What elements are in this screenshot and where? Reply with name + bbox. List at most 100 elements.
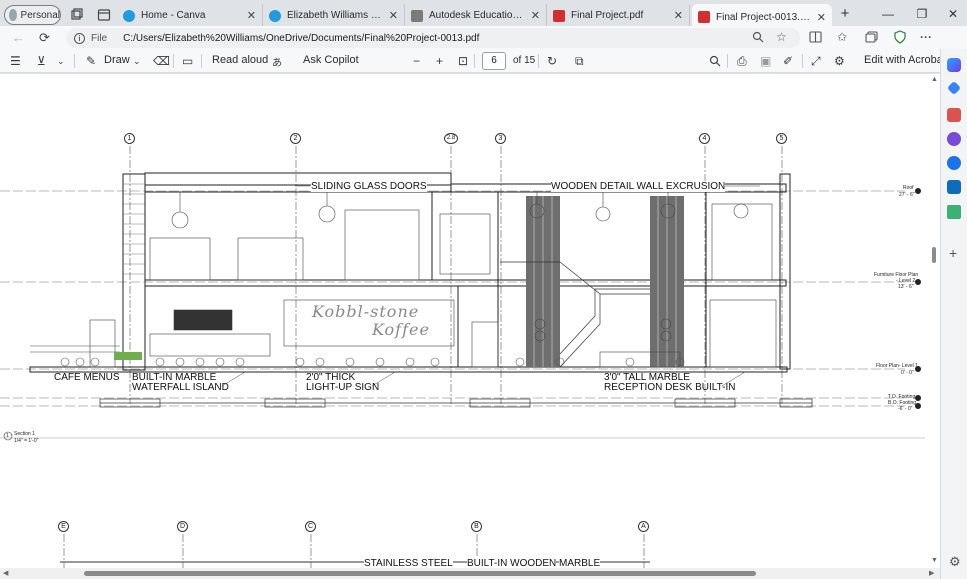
section-title: Section 1 bbox=[14, 431, 35, 437]
close-tab-icon[interactable]: ✕ bbox=[247, 9, 256, 22]
new-tab-button[interactable]: + bbox=[837, 5, 853, 22]
settings-gear-icon[interactable]: ⚙ bbox=[834, 54, 845, 68]
grid-bubble: 2.8 bbox=[444, 133, 458, 144]
scroll-left-arrow-icon[interactable]: ◀ bbox=[3, 569, 8, 577]
horizontal-scroll-thumb[interactable] bbox=[84, 571, 756, 576]
scroll-right-arrow-icon[interactable]: ▶ bbox=[929, 569, 934, 577]
copilot-icon[interactable] bbox=[947, 58, 961, 72]
edit-with-acrobat-button[interactable]: Edit with Acrobat bbox=[864, 54, 946, 66]
tools-briefcase-icon[interactable] bbox=[947, 108, 961, 122]
tab-elizabeth-williams[interactable]: Elizabeth Williams - 19.999 × ✕ bbox=[263, 4, 405, 27]
read-aloud-button[interactable]: Read aloud bbox=[212, 54, 268, 66]
maximize-button[interactable]: ❐ bbox=[914, 7, 930, 21]
zoom-search-icon[interactable] bbox=[752, 31, 764, 43]
autodesk-favicon-icon bbox=[411, 9, 423, 22]
print-icon[interactable]: ⎙ bbox=[737, 54, 747, 69]
section-number: 1 bbox=[6, 433, 9, 439]
draw-chevron-icon[interactable]: ⌄ bbox=[133, 56, 141, 67]
planter bbox=[114, 352, 142, 360]
tab-title: Autodesk Education & Student bbox=[429, 10, 525, 21]
vertical-scrollbar[interactable]: ▲ ▼ bbox=[929, 74, 940, 568]
save-icon[interactable]: ▣ bbox=[760, 54, 771, 68]
level-roof-elev: 27' - 6" bbox=[899, 192, 915, 198]
split-screen-icon[interactable] bbox=[809, 31, 822, 43]
grid-bubble: B bbox=[471, 521, 482, 532]
shopping-tag-icon[interactable] bbox=[946, 80, 962, 96]
close-tab-icon[interactable]: ✕ bbox=[674, 9, 683, 22]
contents-list-icon[interactable]: ☰ bbox=[10, 54, 21, 68]
microsoft-365-icon[interactable] bbox=[947, 156, 961, 170]
grid-bubble: C bbox=[305, 521, 316, 532]
scroll-down-arrow-icon[interactable]: ▼ bbox=[931, 557, 938, 564]
site-info-icon[interactable]: i bbox=[74, 32, 85, 44]
translate-icon[interactable]: あ bbox=[272, 54, 282, 69]
vertical-scroll-thumb[interactable] bbox=[932, 247, 936, 263]
games-icon[interactable] bbox=[947, 132, 961, 146]
sidebar-settings-gear-icon[interactable]: ⚙ bbox=[949, 554, 961, 570]
grid-bubble: 4 bbox=[699, 133, 710, 144]
close-tab-icon[interactable]: ✕ bbox=[389, 9, 398, 22]
toolbar-divider bbox=[538, 54, 539, 68]
grid-bubble: 1 bbox=[124, 133, 135, 144]
outlook-icon[interactable] bbox=[947, 180, 961, 194]
pdf-favicon-icon bbox=[698, 11, 710, 23]
eraser-icon[interactable]: ⌫ bbox=[153, 54, 170, 68]
highlight-icon[interactable]: ⊻ bbox=[37, 54, 46, 68]
fit-page-icon[interactable]: ⊡ bbox=[458, 54, 468, 68]
section-scale: 1/4" = 1'-0" bbox=[14, 438, 39, 444]
grid-bubble: A bbox=[638, 521, 649, 532]
close-window-button[interactable]: ✕ bbox=[945, 7, 961, 21]
browser-essentials-icon[interactable] bbox=[893, 30, 907, 44]
collections-icon[interactable] bbox=[865, 31, 878, 43]
ask-copilot-button[interactable]: Ask Copilot bbox=[303, 54, 359, 66]
annotation-marble: MARBLE bbox=[559, 558, 601, 568]
tab-actions-icon[interactable] bbox=[97, 8, 111, 22]
annotation-wooden-wall: WOODEN DETAIL WALL EXCRUSION bbox=[551, 181, 726, 192]
refresh-button[interactable]: ⟳ bbox=[39, 30, 50, 46]
profile-button[interactable]: Personal bbox=[4, 5, 61, 25]
drop-icon[interactable] bbox=[947, 205, 961, 219]
back-button[interactable]: ← bbox=[12, 30, 25, 45]
pdf-page-viewer[interactable]: 1 2 2.8 3 4 5 E D C B A SLIDING GLASS DO… bbox=[0, 74, 940, 568]
draw-icon[interactable]: ✎ bbox=[86, 54, 96, 68]
minimize-button[interactable]: — bbox=[880, 7, 896, 21]
tab-title: Final Project-0013.pdf bbox=[716, 11, 811, 23]
zoom-out-button[interactable]: − bbox=[413, 54, 420, 68]
page-view-icon[interactable]: ▭ bbox=[182, 54, 193, 68]
draw-button[interactable]: Draw bbox=[104, 54, 130, 66]
zoom-in-button[interactable]: + bbox=[436, 54, 443, 68]
tab-final-project[interactable]: Final Project.pdf ✕ bbox=[547, 4, 690, 27]
save-as-icon[interactable]: ✐ bbox=[783, 54, 793, 68]
canva-favicon-icon bbox=[123, 9, 135, 22]
avatar bbox=[9, 9, 17, 21]
url-text[interactable]: C:/Users/Elizabeth%20Williams/OneDrive/D… bbox=[123, 33, 479, 44]
brick-column bbox=[123, 183, 145, 275]
seating bbox=[60, 357, 685, 367]
workspaces-icon[interactable] bbox=[70, 8, 84, 22]
profile-label: Personal bbox=[20, 9, 60, 21]
page-number-input[interactable]: 6 bbox=[482, 52, 506, 70]
address-bar[interactable]: i File C:/Users/Elizabeth%20Williams/One… bbox=[66, 28, 800, 48]
more-menu-icon[interactable]: ··· bbox=[920, 30, 932, 44]
scroll-up-arrow-icon[interactable]: ▲ bbox=[931, 76, 938, 83]
annotation-cafe-menus: CAFE MENUS bbox=[54, 372, 120, 383]
favorites-icon[interactable]: ✩ bbox=[837, 30, 847, 44]
pdf-favicon-icon bbox=[553, 9, 565, 22]
fullscreen-icon[interactable]: ⤢ bbox=[811, 54, 821, 69]
two-page-view-icon[interactable]: ⧉ bbox=[575, 54, 584, 69]
level-roof-name: Roof bbox=[903, 185, 914, 191]
add-sidebar-app-icon[interactable]: + bbox=[949, 245, 957, 261]
tab-canva[interactable]: Home - Canva ✕ bbox=[117, 4, 263, 27]
annotation-sign-2: LIGHT-UP SIGN bbox=[306, 382, 380, 393]
search-icon[interactable] bbox=[709, 55, 721, 67]
favorite-star-icon[interactable]: ☆ bbox=[776, 30, 787, 44]
horizontal-scrollbar[interactable]: ◀ ▶ bbox=[0, 568, 940, 579]
close-tab-icon[interactable]: ✕ bbox=[817, 11, 826, 24]
highlight-chevron-icon[interactable]: ⌄ bbox=[57, 56, 65, 67]
annotation-stainless: STAINLESS STEEL bbox=[364, 558, 453, 568]
rotate-icon[interactable]: ↻ bbox=[547, 54, 557, 68]
tab-autodesk[interactable]: Autodesk Education & Student ✕ bbox=[405, 4, 547, 27]
pdf-toolbar: ☰ ⊻ ⌄ ✎ Draw ⌄ ⌫ ▭ Read aloud あ Ask Copi… bbox=[0, 49, 967, 73]
annotation-reception-2: RECEPTION DESK BUILT-IN bbox=[604, 382, 736, 393]
close-tab-icon[interactable]: ✕ bbox=[531, 9, 540, 22]
